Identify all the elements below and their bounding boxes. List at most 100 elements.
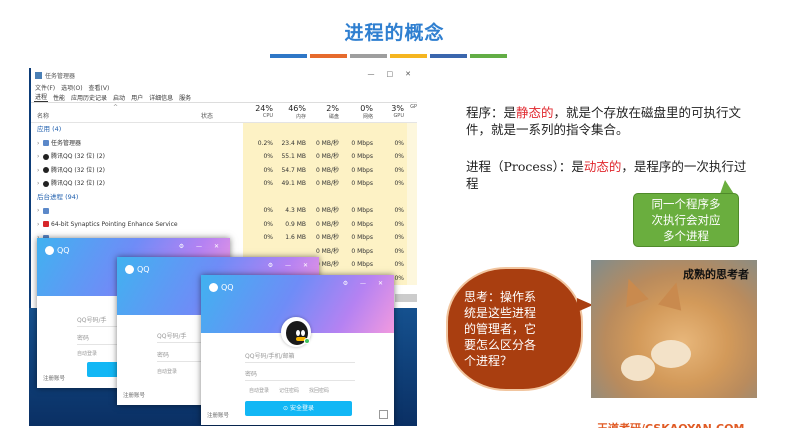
cell-net: 0 Mbps bbox=[342, 163, 376, 177]
process-name-text: 64-bit Synaptics Pointing Enhance Servic… bbox=[51, 220, 178, 228]
disk-total: 2% bbox=[326, 104, 339, 113]
qq-login-window-3: QQ ⚙ — ✕ QQ号码/手机/邮箱 密码 自动登录 记住密码 找回密码 ⊙ … bbox=[201, 275, 394, 425]
menu-options[interactable]: 选项(O) bbox=[61, 83, 82, 92]
cell-gpu-engine bbox=[407, 204, 417, 218]
title-color-bar-segment bbox=[470, 54, 507, 58]
process-row[interactable]: › 64-bit Synaptics Pointing Enhance Servi… bbox=[31, 217, 417, 232]
tab-performance[interactable]: 性能 bbox=[52, 93, 66, 102]
close-button[interactable]: ✕ bbox=[405, 70, 411, 78]
group-background-label: 后台进程 (94) bbox=[37, 192, 79, 201]
qq-register-link[interactable]: 注册账号 bbox=[43, 374, 65, 382]
tab-app-history[interactable]: 应用历史记录 bbox=[70, 93, 108, 102]
cell-net bbox=[342, 123, 376, 137]
tab-services[interactable]: 服务 bbox=[178, 93, 192, 102]
task-manager-title: 任务管理器 bbox=[45, 72, 76, 80]
column-gpu-engine[interactable]: GP bbox=[408, 103, 417, 123]
qq-avatar[interactable] bbox=[281, 317, 311, 347]
green-callout-line-1: 同一个程序多 bbox=[651, 197, 721, 211]
cell-cpu: 0% bbox=[243, 163, 276, 177]
column-name[interactable]: 名称 bbox=[37, 111, 49, 120]
program-label: 程序：是 bbox=[466, 105, 517, 120]
qq-logo: QQ bbox=[221, 283, 234, 292]
process-row[interactable]: › 腾讯QQ (32 位) (2) 0% 54.7 MB 0 MB/秒 0 Mbps 0% bbox=[31, 163, 417, 178]
cell-cpu: 0.2% bbox=[243, 136, 276, 150]
tab-startup[interactable]: 启动 bbox=[112, 93, 126, 102]
process-row[interactable]: › 任务管理器 0.2% 23.4 MB 0 MB/秒 0 Mbps 0% bbox=[31, 136, 417, 150]
column-memory[interactable]: 46% 内存 bbox=[276, 103, 306, 123]
network-total: 0% bbox=[360, 104, 373, 113]
qq-penguin-icon bbox=[209, 283, 218, 292]
cell-gpu: 0% bbox=[376, 204, 407, 218]
program-static-highlight: 静态的 bbox=[516, 105, 554, 120]
cell-mem bbox=[276, 244, 309, 258]
cell-gpu-engine bbox=[407, 217, 417, 231]
network-label: 网络 bbox=[362, 114, 373, 120]
tab-users[interactable]: 用户 bbox=[130, 93, 144, 102]
cell-disk: 0 MB/秒 bbox=[309, 204, 342, 218]
process-name: › bbox=[37, 204, 51, 218]
process-name: › 腾讯QQ (32 位) (2) bbox=[37, 164, 105, 178]
disk-label: 磁盘 bbox=[328, 114, 339, 120]
page-title: 进程的概念 bbox=[344, 22, 445, 44]
tab-details[interactable]: 详细信息 bbox=[148, 93, 174, 102]
column-cpu[interactable]: 24% CPU bbox=[243, 103, 273, 123]
cell-mem: 55.1 MB bbox=[276, 150, 309, 164]
process-label: 进程（Process）：是 bbox=[466, 159, 584, 174]
qq-password-placeholder: 密码 bbox=[245, 371, 258, 378]
cell-gpu-engine bbox=[407, 258, 417, 272]
qq-account-placeholder: QQ号码/手 bbox=[77, 317, 107, 324]
cell-cpu: 0% bbox=[243, 231, 276, 245]
desktop-screenshot: 任务管理器 — □ ✕ 文件(F) 选项(O) 查看(V) 进程 性能 应用历史… bbox=[29, 68, 417, 426]
process-name: › 腾讯QQ (32 位) (2) bbox=[37, 177, 105, 191]
sort-arrow-icon[interactable]: ^ bbox=[113, 104, 118, 111]
qq-password-field[interactable]: 密码 bbox=[245, 369, 355, 381]
task-manager-titlebar: 任务管理器 — □ ✕ bbox=[31, 68, 417, 82]
think-bubble: 思考：操作系 统是这些进程 的管理者，它 要怎么区分各 个进程？ bbox=[446, 267, 583, 391]
qq-secure-login-button[interactable]: ⊙ 安全登录 bbox=[245, 401, 352, 416]
process-row[interactable]: › 腾讯QQ (32 位) (2) 0% 49.1 MB 0 MB/秒 0 Mbps 0% bbox=[31, 177, 417, 191]
dog-paw bbox=[621, 355, 655, 381]
qq-auto-login-checkbox[interactable]: 自动登录 bbox=[157, 368, 177, 375]
column-network[interactable]: 0% 网络 bbox=[342, 103, 373, 123]
cell-disk bbox=[309, 190, 342, 204]
group-background[interactable]: 后台进程 (94) bbox=[31, 190, 417, 204]
maximize-button[interactable]: □ bbox=[387, 70, 394, 78]
cell-net: 0 Mbps bbox=[342, 217, 376, 231]
qq-login-options: 自动登录 记住密码 找回密码 bbox=[249, 387, 329, 394]
cell-net: 0 Mbps bbox=[342, 150, 376, 164]
qq-register-link[interactable]: 注册账号 bbox=[123, 391, 145, 399]
cpu-label: CPU bbox=[262, 113, 273, 119]
group-apps[interactable]: 应用 (4) bbox=[31, 123, 417, 137]
process-name: › 64-bit Synaptics Pointing Enhance Servi… bbox=[37, 218, 178, 232]
qq-logo: QQ bbox=[137, 265, 150, 274]
cell-disk: 0 MB/秒 bbox=[309, 163, 342, 177]
qq-remember-password-checkbox[interactable]: 记住密码 bbox=[279, 387, 299, 394]
minimize-button[interactable]: — bbox=[368, 70, 375, 78]
group-apps-label: 应用 (4) bbox=[37, 125, 62, 133]
qr-code-icon[interactable] bbox=[379, 410, 388, 419]
qq-window-controls[interactable]: ⚙ — ✕ bbox=[343, 280, 388, 287]
column-gpu[interactable]: 3% GPU bbox=[376, 103, 404, 123]
menu-file[interactable]: 文件(F) bbox=[35, 83, 55, 92]
horizontal-scrollbar[interactable] bbox=[395, 294, 417, 302]
tab-processes[interactable]: 进程 bbox=[34, 92, 49, 102]
qq-password-placeholder: 密码 bbox=[77, 335, 90, 342]
cell-disk: 0 MB/秒 bbox=[309, 244, 342, 258]
column-disk[interactable]: 2% 磁盘 bbox=[309, 103, 339, 123]
cell-disk: 0 MB/秒 bbox=[309, 231, 342, 245]
green-callout: 同一个程序多 次执行会对应 多个进程 bbox=[633, 193, 739, 247]
process-row[interactable]: › 腾讯QQ (32 位) (2) 0% 55.1 MB 0 MB/秒 0 Mbps 0% bbox=[31, 150, 417, 164]
qq-auto-login-checkbox[interactable]: 自动登录 bbox=[249, 387, 269, 394]
qq-find-password-link[interactable]: 找回密码 bbox=[309, 387, 329, 394]
synaptics-icon bbox=[43, 221, 49, 227]
qq-auto-login-checkbox[interactable]: 自动登录 bbox=[77, 350, 97, 357]
process-row[interactable]: › 0% 4.3 MB 0 MB/秒 0 Mbps 0% bbox=[31, 204, 417, 218]
thinking-dog-photo: 成熟的思考者 bbox=[591, 260, 757, 398]
qq-window-controls[interactable]: ⚙ — ✕ bbox=[179, 243, 224, 250]
qq-register-link[interactable]: 注册账号 bbox=[207, 411, 229, 419]
menu-view[interactable]: 查看(V) bbox=[89, 83, 110, 92]
qq-account-field[interactable]: QQ号码/手机/邮箱 bbox=[245, 351, 355, 363]
cell-cpu bbox=[243, 244, 276, 258]
qq-window-controls[interactable]: ⚙ — ✕ bbox=[268, 262, 313, 269]
column-status[interactable]: 状态 bbox=[201, 111, 213, 120]
